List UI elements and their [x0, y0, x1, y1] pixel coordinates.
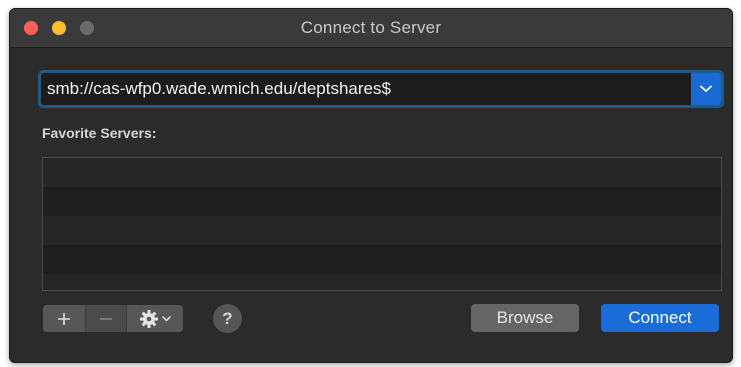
- favorite-servers-label: Favorite Servers:: [42, 125, 157, 141]
- minus-icon: [100, 317, 112, 320]
- recent-servers-dropdown-button[interactable]: [691, 73, 721, 105]
- chevron-down-icon: [700, 85, 712, 92]
- chevron-down-icon: [162, 315, 171, 321]
- server-address-box: [41, 73, 721, 105]
- remove-favorite-button[interactable]: [86, 305, 127, 332]
- list-row: [43, 216, 721, 245]
- connect-to-server-window: Connect to Server Favorite Servers:: [9, 8, 733, 363]
- list-row: [43, 274, 721, 290]
- plus-icon: [58, 312, 70, 325]
- server-address-field: [38, 70, 724, 108]
- server-address-input[interactable]: [47, 73, 687, 105]
- help-button[interactable]: ?: [213, 304, 242, 333]
- title-bar: Connect to Server: [10, 9, 732, 48]
- list-row: [43, 245, 721, 274]
- list-row: [43, 158, 721, 187]
- action-menu-button[interactable]: [127, 305, 183, 332]
- favorites-toolbar: [43, 305, 183, 332]
- add-favorite-button[interactable]: [43, 305, 86, 332]
- browse-button[interactable]: Browse: [471, 304, 579, 332]
- favorite-servers-list[interactable]: [42, 157, 722, 291]
- window-title: Connect to Server: [300, 18, 442, 37]
- connect-button[interactable]: Connect: [601, 304, 719, 332]
- gear-icon: [140, 309, 158, 328]
- list-row: [43, 187, 721, 216]
